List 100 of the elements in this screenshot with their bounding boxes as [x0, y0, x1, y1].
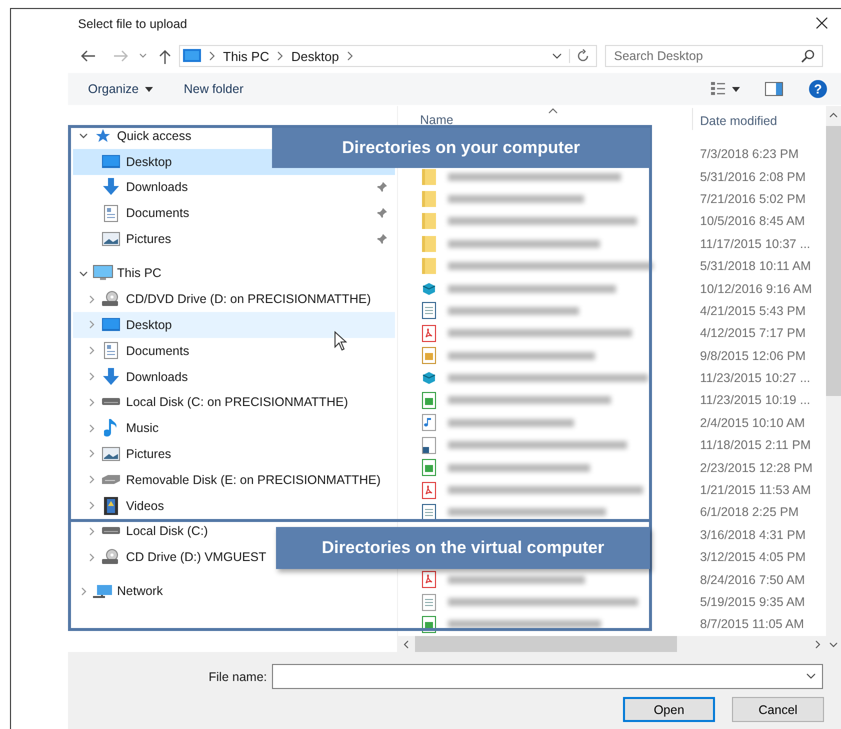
up-icon[interactable] [159, 48, 171, 64]
drive-icon [101, 474, 121, 485]
date-modified: 10/12/2016 9:16 AM [700, 282, 812, 296]
pin-icon[interactable] [377, 234, 387, 244]
vertical-scrollbar[interactable] [826, 106, 841, 652]
network-icon [93, 583, 113, 600]
recent-dropdown-icon[interactable] [139, 53, 147, 59]
collapsed-chevron-icon[interactable] [86, 501, 96, 510]
collapsed-chevron-icon[interactable] [86, 475, 96, 484]
pin-icon[interactable] [377, 208, 387, 218]
nav-item[interactable]: CD/DVD Drive (D: on PRECISIONMATTHE) [73, 286, 395, 312]
new-folder-button[interactable]: New folder [184, 82, 244, 96]
expanded-chevron-icon[interactable] [78, 268, 88, 278]
nav-item[interactable]: Videos [73, 492, 395, 518]
date-modified: 5/19/2015 9:35 AM [700, 595, 805, 609]
nav-item[interactable]: Pictures [73, 226, 395, 252]
nav-item[interactable]: Downloads [73, 174, 395, 200]
collapsed-chevron-icon[interactable] [86, 449, 96, 458]
pin-icon[interactable] [377, 182, 387, 192]
document-file-icon [422, 594, 436, 610]
expanded-chevron-icon[interactable] [78, 131, 88, 140]
document-file-icon [422, 302, 436, 320]
window-title: Select file to upload [78, 17, 188, 31]
cube-icon [422, 282, 436, 296]
nav-item[interactable]: Removable Disk (E: on PRECISIONMATTHE) [73, 466, 395, 493]
film-icon [104, 496, 118, 515]
nav-item[interactable]: Network [73, 578, 395, 604]
desktop-icon [102, 318, 120, 332]
collapsed-chevron-icon[interactable] [78, 586, 88, 596]
date-modified: 5/31/2016 2:08 PM [700, 170, 806, 184]
nav-item[interactable]: Downloads [73, 364, 395, 390]
date-modified: 5/31/2018 10:11 AM [700, 259, 811, 274]
nav-item[interactable]: Documents [73, 200, 395, 226]
chevron-icon [276, 51, 284, 61]
dropdown-icon[interactable] [552, 52, 562, 60]
collapsed-chevron-icon[interactable] [86, 320, 96, 330]
forward-icon[interactable] [113, 49, 129, 63]
star-icon [95, 128, 111, 144]
breadcrumb[interactable]: This PC [223, 48, 270, 64]
folder-icon [422, 236, 436, 252]
breadcrumb[interactable]: Desktop [291, 48, 339, 64]
view-options-icon[interactable] [711, 82, 743, 96]
chevron-icon [208, 51, 216, 61]
horizontal-scrollbar[interactable] [398, 636, 826, 652]
download-arrow-icon [103, 178, 119, 196]
collapsed-chevron-icon[interactable] [86, 372, 96, 382]
date-modified: 11/18/2015 2:11 PM [700, 438, 811, 452]
preview-pane-icon[interactable] [765, 82, 783, 96]
back-icon[interactable] [80, 49, 96, 63]
disc-drive-icon [102, 291, 120, 308]
date-modified: 10/5/2016 8:45 AM [700, 214, 805, 228]
date-modified: 3/12/2015 4:05 PM [700, 550, 806, 564]
help-icon[interactable]: ? [809, 80, 827, 98]
address-bar[interactable]: This PC Desktop [179, 45, 597, 67]
dropdown-icon[interactable] [806, 673, 816, 680]
document-file-icon [422, 504, 436, 521]
date-modified: 8/7/2015 11:05 AM [700, 617, 804, 632]
file-name-field[interactable] [272, 664, 823, 689]
date-modified: 4/21/2015 5:43 PM [700, 304, 806, 318]
scroll-up-icon[interactable] [829, 112, 838, 118]
search-field[interactable]: Search Desktop [605, 45, 823, 67]
date-modified: 2/23/2015 12:28 PM [700, 460, 813, 475]
nav-item[interactable]: Documents [73, 338, 395, 364]
collapsed-chevron-icon[interactable] [86, 552, 96, 562]
spreadsheet-file-icon [422, 392, 436, 409]
organize-menu[interactable]: Organize [88, 82, 153, 96]
desktop-icon [102, 154, 120, 169]
caret-icon [144, 86, 153, 92]
picture-icon [102, 232, 120, 246]
drive-icon [102, 527, 120, 536]
column-header[interactable]: Name [420, 113, 454, 127]
picture-icon [102, 446, 120, 461]
collapsed-chevron-icon[interactable] [86, 526, 96, 536]
date-modified: 4/12/2015 7:17 PM [700, 326, 806, 340]
computer-icon [93, 265, 113, 282]
collapsed-chevron-icon[interactable] [86, 424, 96, 433]
mouse-cursor-icon [334, 331, 347, 351]
nav-item[interactable]: Local Disk (C: on PRECISIONMATTHE) [73, 389, 395, 416]
nav-item[interactable]: Desktop [73, 312, 395, 338]
close-button[interactable]: × [808, 13, 835, 35]
pdf-file-icon [422, 571, 436, 588]
date-modified: 11/17/2015 10:37 ... [700, 236, 810, 251]
scroll-left-icon[interactable] [403, 640, 409, 648]
nav-item[interactable]: Music [73, 415, 395, 442]
folder-icon [422, 168, 436, 185]
document-icon [104, 342, 118, 360]
music-note-icon [104, 419, 118, 438]
collapsed-chevron-icon[interactable] [86, 294, 96, 304]
cancel-button[interactable]: Cancel [732, 697, 824, 722]
nav-item[interactable]: This PC [73, 260, 395, 286]
date-modified: 8/24/2016 7:50 AM [700, 572, 805, 587]
download-arrow-icon [103, 368, 119, 386]
open-button[interactable]: Open [623, 697, 715, 722]
column-header[interactable]: Date modified [692, 108, 810, 130]
collapsed-chevron-icon[interactable] [86, 398, 96, 407]
sort-caret-icon [548, 108, 558, 114]
scroll-down-icon[interactable] [829, 642, 838, 648]
scroll-right-icon[interactable] [815, 640, 821, 648]
collapsed-chevron-icon[interactable] [86, 346, 96, 356]
nav-item[interactable]: Pictures [73, 441, 395, 467]
